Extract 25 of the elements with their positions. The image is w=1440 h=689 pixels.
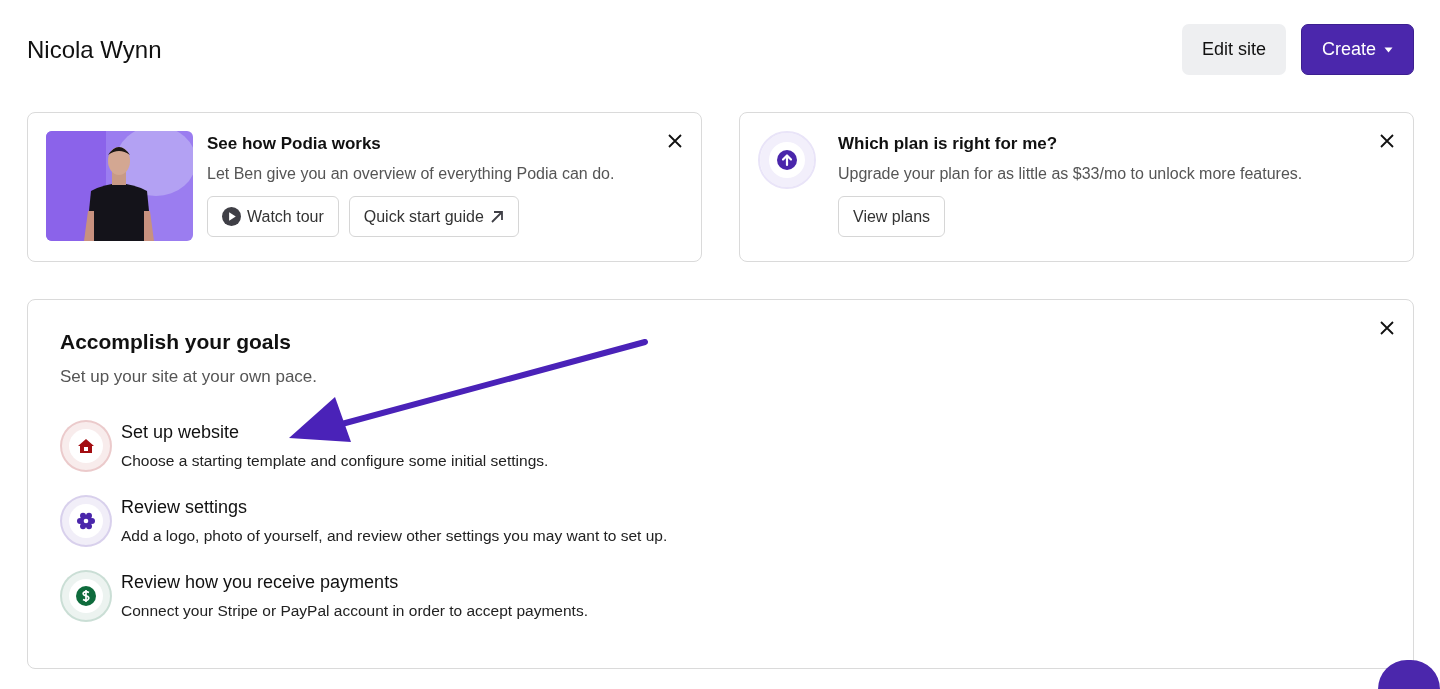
card-description: Let Ben give you an overview of everything Podia can do.: [207, 165, 615, 183]
card-title: See how Podia works: [207, 134, 382, 154]
card-title: Which plan is right for me?: [838, 134, 1059, 154]
create-button[interactable]: Create: [1300, 24, 1414, 75]
caret-icon: [1384, 46, 1393, 53]
close-icon[interactable]: [668, 134, 682, 148]
view-plans-button[interactable]: View plans: [838, 196, 946, 237]
external-link-icon: [489, 209, 504, 224]
close-icon[interactable]: [1380, 134, 1394, 148]
edit-site-button[interactable]: Edit site: [1181, 24, 1286, 75]
section-title: Accomplish your goals: [60, 330, 293, 354]
page-title: Nicola Wynn: [27, 35, 162, 64]
goal-title[interactable]: Review how you receive payments: [121, 572, 588, 593]
goal-description: Add a logo, photo of yourself, and review other settings you may want to set up.: [121, 527, 668, 545]
goal-description: Choose a starting template and configure some initial settings.: [121, 452, 549, 470]
goal-title[interactable]: Review settings: [121, 497, 668, 518]
play-icon: [222, 207, 241, 226]
help-button[interactable]: [1378, 660, 1440, 689]
card-description: Upgrade your plan for as little as $33/mo to unlock more features.: [838, 165, 1303, 183]
section-subtitle: Set up your site at your own pace.: [60, 367, 319, 387]
watch-tour-button[interactable]: Watch tour: [207, 196, 339, 237]
close-icon[interactable]: [1380, 321, 1394, 335]
goal-description: Connect your Stripe or PayPal account in order to accept payments.: [121, 602, 588, 620]
guide-link-button[interactable]: Quick start guide: [348, 196, 519, 237]
goal-title[interactable]: Set up website: [121, 422, 549, 443]
